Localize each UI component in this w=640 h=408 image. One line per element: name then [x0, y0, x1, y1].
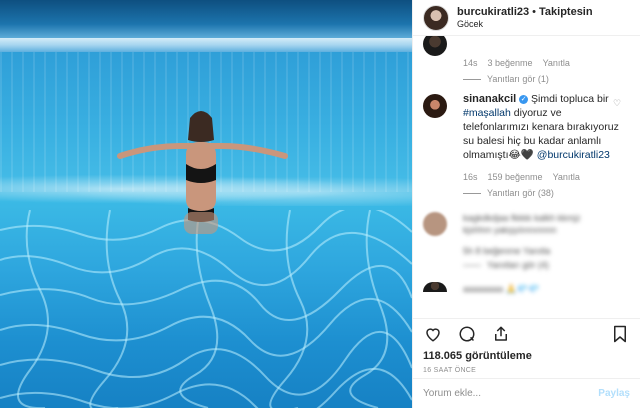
comment-list[interactable]: 14s 3 beğenme Yanıtla Yanıtları gör (1) …: [413, 36, 640, 318]
comment-like-heart-icon[interactable]: ♡: [613, 98, 622, 108]
mention-link[interactable]: @burcukiratli23: [537, 149, 610, 161]
blurred-line: kagkdkdjaa fkkkk kalkh kkmjz: [463, 213, 581, 223]
comment-item: sinanakcil ✓ Şimdi topluca bir #maşallah…: [423, 88, 630, 204]
commenter-avatar[interactable]: [423, 94, 447, 118]
blurred-comment-text: kagkdkdjaa fkkkk kalkh kkmjz kjshhm yakş…: [463, 212, 623, 236]
view-replies-button[interactable]: Yanıtları gör (1): [463, 74, 549, 84]
separator-dot: •: [532, 6, 536, 18]
following-button[interactable]: Takiptesin: [539, 6, 593, 18]
verified-badge-icon: ✓: [519, 95, 529, 104]
author-avatar[interactable]: [423, 4, 449, 31]
comment-icon[interactable]: [457, 324, 477, 344]
comment-likes[interactable]: 3 beğenme: [488, 58, 533, 68]
post-location[interactable]: Göcek: [457, 18, 593, 30]
instagram-post: burcukiratli23 • Takiptesin Göcek 14s 3 be…: [0, 0, 640, 408]
commenter-avatar[interactable]: [423, 282, 447, 292]
post-timestamp[interactable]: 16 SAAT ÖNCE: [413, 364, 640, 378]
author-username[interactable]: burcukiratli23: [457, 6, 529, 18]
view-replies-button[interactable]: Yanıtları gör (4): [463, 260, 549, 270]
heart-icon[interactable]: [423, 324, 443, 344]
commenter-username[interactable]: sinanakcil: [463, 93, 516, 105]
blurred-comment-text: aaaaaaaa 🙏💎💎: [463, 284, 540, 294]
post-header: burcukiratli23 • Takiptesin Göcek: [413, 0, 640, 36]
swimmer-figure: [117, 111, 288, 234]
comment-item: aaaaaaaa 🙏💎💎: [423, 280, 630, 300]
reply-button[interactable]: Yanıtla: [553, 172, 580, 182]
comment-meta: 14s 3 beğenme Yanıtla: [463, 58, 570, 68]
comment-item: 14s 3 beğenme Yanıtla Yanıtları gör (1): [423, 36, 630, 88]
comment-likes[interactable]: 159 beğenme: [488, 172, 543, 182]
post-comment-button[interactable]: Paylaş: [598, 388, 630, 399]
action-bar: [413, 318, 640, 348]
comment-input[interactable]: [423, 388, 599, 399]
reply-button[interactable]: Yanıtla: [543, 58, 570, 68]
comment-emojis: 😂🖤: [508, 149, 534, 161]
commenter-avatar[interactable]: [423, 212, 447, 236]
view-replies-button[interactable]: Yanıtları gör (38): [463, 188, 554, 198]
blurred-line: kjshhm yakşşılınnınnnn: [463, 225, 557, 235]
commenter-avatar[interactable]: [423, 36, 447, 56]
pool-ledge: [0, 38, 412, 52]
view-count[interactable]: 118.065 görüntüleme: [413, 348, 640, 364]
comment-time[interactable]: 14s: [463, 58, 478, 68]
comment-meta: 16s 159 beğenme Yanıtla: [463, 172, 580, 182]
share-icon[interactable]: [491, 324, 511, 344]
hashtag-link[interactable]: #maşallah: [463, 107, 511, 119]
post-video[interactable]: [0, 0, 412, 408]
bookmark-icon[interactable]: [610, 324, 630, 344]
comment-text-start: Şimdi topluca bir: [531, 93, 609, 105]
comment-meta: 5h 8 beğenme Yanıtla: [463, 246, 551, 256]
comment-time[interactable]: 16s: [463, 172, 478, 182]
pool-deck: [0, 0, 412, 40]
add-comment-bar: Paylaş: [413, 378, 640, 408]
comment-item: kagkdkdjaa fkkkk kalkh kkmjz kjshhm yakş…: [423, 204, 630, 280]
post-side-panel: burcukiratli23 • Takiptesin Göcek 14s 3 be…: [412, 0, 640, 408]
